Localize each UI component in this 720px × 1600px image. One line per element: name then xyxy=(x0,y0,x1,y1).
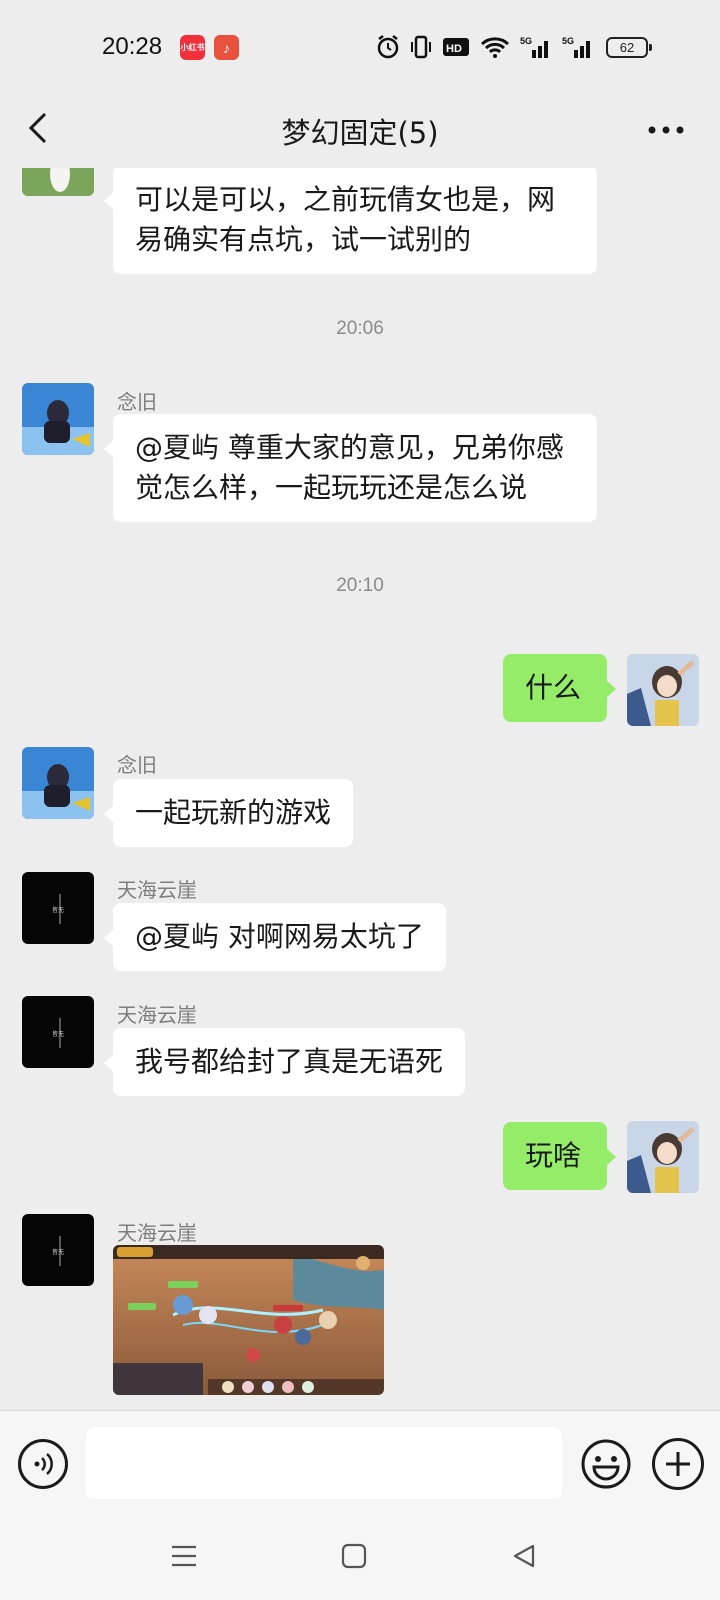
battery-icon: 62 xyxy=(606,37,652,58)
message-input[interactable] xyxy=(86,1427,562,1499)
more-button[interactable] xyxy=(642,110,690,150)
self-avatar[interactable] xyxy=(627,654,699,726)
signal-5g-icon: 5G xyxy=(562,35,594,59)
svg-text:HD: HD xyxy=(446,43,462,55)
status-bar: 20:28 小红书 ♪ HD 5G 5G 62 xyxy=(0,0,720,92)
self-avatar[interactable] xyxy=(627,1121,699,1193)
page-title: 梦幻固定(5) xyxy=(281,116,439,150)
menu-icon xyxy=(172,1545,196,1567)
message-bubble[interactable]: 我号都给封了真是无语死 xyxy=(103,1028,466,1096)
voice-input-button[interactable] xyxy=(18,1439,68,1489)
avatar[interactable]: 皆无 xyxy=(22,872,94,944)
avatar[interactable] xyxy=(22,168,94,196)
home-square-icon xyxy=(341,1543,367,1569)
sender-name: 天海云崖 xyxy=(117,1003,197,1027)
avatar[interactable] xyxy=(22,747,94,819)
image-message[interactable] xyxy=(113,1245,384,1395)
timestamp: 20:06 xyxy=(336,318,384,339)
vibrate-icon xyxy=(410,34,432,60)
svg-text:皆无: 皆无 xyxy=(52,1030,64,1038)
svg-text:5G: 5G xyxy=(562,36,574,46)
sender-name: 念旧 xyxy=(117,753,157,777)
system-nav-bar xyxy=(0,1510,720,1600)
sender-name: 念旧 xyxy=(117,390,157,414)
xiaohongshu-notification-icon: 小红书 xyxy=(180,35,205,60)
back-triangle-icon xyxy=(513,1544,535,1568)
emoji-button[interactable] xyxy=(580,1438,632,1490)
signal-5g-icon: 5G xyxy=(520,35,552,59)
plus-icon xyxy=(666,1452,690,1476)
message-bubble[interactable]: 可以是可以，之前玩倩女也是，网易确实有点坑，试一试别的 xyxy=(104,168,597,274)
emoji-icon xyxy=(581,1439,631,1489)
timestamp: 20:10 xyxy=(336,575,384,596)
message-bubble[interactable]: @夏屿 尊重大家的意见，兄弟你感觉怎么样，一起玩玩还是怎么说 xyxy=(104,414,597,522)
menu-nav-button[interactable] xyxy=(164,1536,204,1576)
message-bubble[interactable]: 一起玩新的游戏 xyxy=(103,779,354,847)
message-bubble-self[interactable]: 什么 xyxy=(503,654,616,722)
avatar[interactable]: 皆无 xyxy=(22,1214,94,1286)
wifi-icon xyxy=(480,35,510,59)
avatar[interactable]: 皆无 xyxy=(22,996,94,1068)
more-dots-icon xyxy=(648,126,684,134)
music-notification-icon: ♪ xyxy=(214,35,239,60)
home-nav-button[interactable] xyxy=(334,1536,374,1576)
message-bubble[interactable]: @夏屿 对啊网易太坑了 xyxy=(104,903,446,971)
more-functions-button[interactable] xyxy=(652,1438,704,1490)
sender-name: 天海云崖 xyxy=(117,1221,197,1245)
message-bubble-self[interactable]: 玩啥 xyxy=(503,1122,616,1190)
input-bar xyxy=(0,1410,720,1510)
svg-text:5G: 5G xyxy=(520,36,532,46)
svg-text:皆无: 皆无 xyxy=(52,1248,64,1256)
back-nav-button[interactable] xyxy=(504,1536,544,1576)
alarm-icon xyxy=(376,34,400,60)
chat-header: 梦幻固定(5) xyxy=(0,92,720,168)
svg-text:皆无: 皆无 xyxy=(52,906,64,914)
sender-name: 天海云崖 xyxy=(117,878,197,902)
voice-icon xyxy=(34,1453,53,1475)
message-list[interactable]: 可以是可以，之前玩倩女也是，网易确实有点坑，试一试别的 20:06 念旧 @夏屿… xyxy=(0,168,720,1410)
avatar[interactable] xyxy=(22,383,94,455)
status-time: 20:28 xyxy=(102,33,163,60)
hd-icon: HD xyxy=(442,36,470,58)
